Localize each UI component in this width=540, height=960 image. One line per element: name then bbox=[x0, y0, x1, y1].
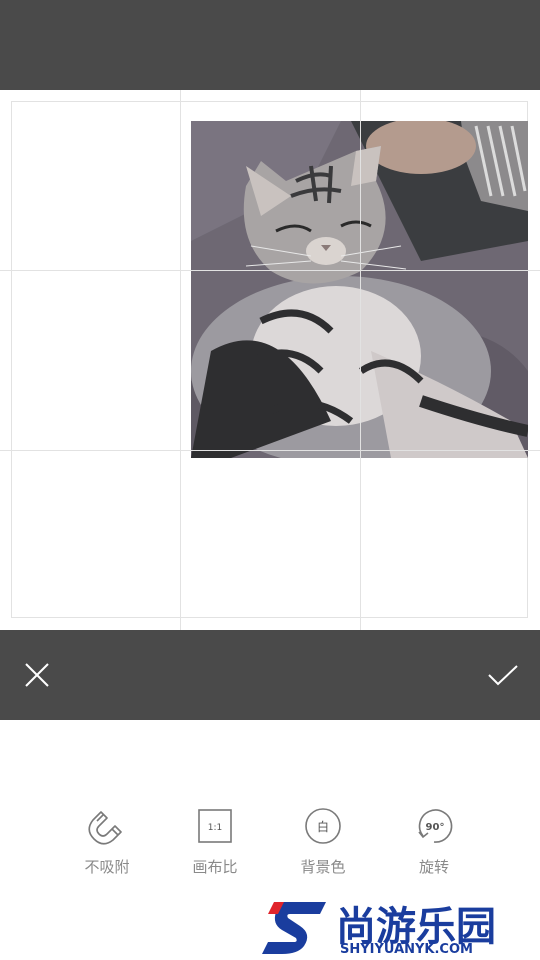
canvas-ratio-button[interactable]: 1:1 画布比 bbox=[175, 800, 255, 880]
background-color-button[interactable]: 白 背景色 bbox=[283, 800, 363, 880]
close-icon bbox=[25, 663, 49, 687]
canvas-ratio-label: 画布比 bbox=[192, 858, 238, 876]
confirm-button[interactable] bbox=[484, 656, 522, 694]
top-status-bar bbox=[0, 0, 540, 90]
grid-line-vertical-2 bbox=[360, 90, 361, 630]
background-color-badge: 白 bbox=[317, 819, 329, 834]
snap-toggle-label: 不吸附 bbox=[84, 858, 130, 876]
close-button[interactable] bbox=[18, 656, 56, 694]
rotate-badge: 90° bbox=[426, 822, 445, 833]
tool-row: 不吸附 1:1 画布比 白 背景色 90° 旋转 bbox=[0, 800, 540, 890]
checkmark-icon bbox=[488, 665, 518, 686]
canvas-area[interactable] bbox=[0, 90, 540, 630]
aspect-ratio-icon: 1:1 bbox=[198, 809, 232, 843]
aspect-ratio-badge: 1:1 bbox=[208, 823, 222, 833]
background-color-icon: 白 bbox=[305, 808, 341, 844]
watermark-logo-icon bbox=[262, 902, 326, 954]
rotate-button[interactable]: 90° 旋转 bbox=[394, 800, 474, 880]
site-watermark: 尚游乐园 SHYIYUANYK.COM bbox=[258, 890, 540, 960]
grid-line-horizontal-1 bbox=[0, 270, 540, 271]
rotate-label: 旋转 bbox=[418, 858, 449, 876]
magnet-icon bbox=[88, 811, 122, 845]
grid-line-horizontal-2 bbox=[0, 450, 540, 451]
snap-toggle-button[interactable]: 不吸附 bbox=[67, 800, 147, 880]
grid-line-vertical-1 bbox=[180, 90, 181, 630]
rotate-icon: 90° bbox=[418, 809, 453, 843]
watermark-url: SHYIYUANYK.COM bbox=[340, 942, 473, 957]
background-color-label: 背景色 bbox=[300, 858, 346, 876]
action-bar bbox=[0, 630, 540, 720]
